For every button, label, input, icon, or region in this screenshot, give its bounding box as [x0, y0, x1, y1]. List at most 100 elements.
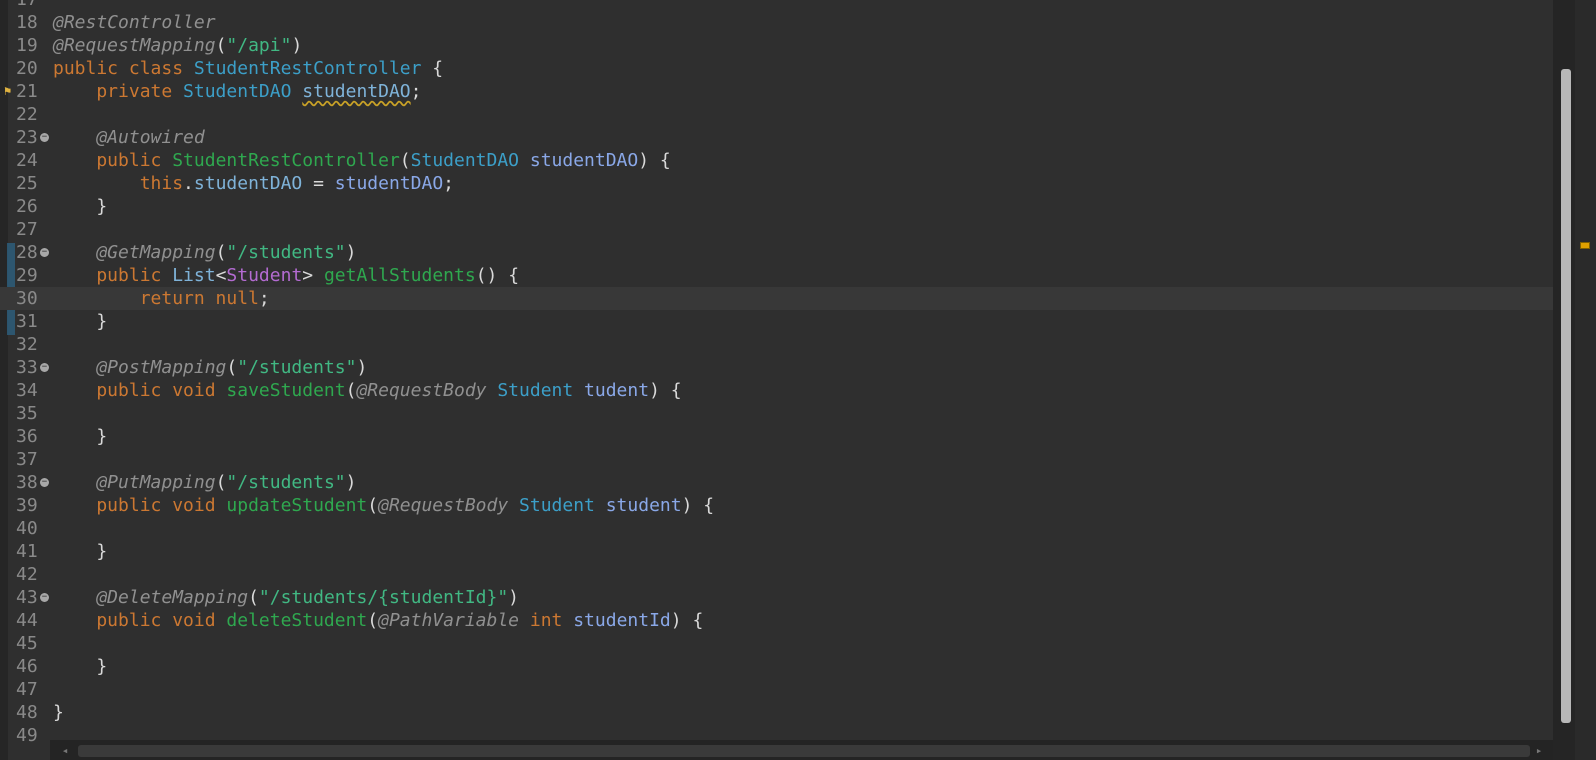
line-number: 21 [16, 81, 38, 102]
code-line[interactable]: 19 @RequestMapping("/api") [0, 34, 1553, 57]
code-text[interactable]: } [53, 540, 107, 563]
vertical-scrollbar-thumb[interactable] [1561, 69, 1571, 723]
code-text[interactable]: @RequestMapping("/api") [53, 34, 302, 57]
code-text[interactable]: } [53, 425, 107, 448]
code-line[interactable]: 23− @Autowired [0, 126, 1553, 149]
warning-marker-icon[interactable]: ⚑ [4, 84, 16, 98]
code-line[interactable]: 18 @RestController [0, 11, 1553, 34]
code-line[interactable]: 48} [0, 701, 1553, 724]
code-line[interactable]: 17 [0, 0, 1553, 11]
code-line[interactable]: 43− @DeleteMapping("/students/{studentId… [0, 586, 1553, 609]
code-token: < [215, 265, 227, 286]
code-text[interactable]: public void updateStudent(@RequestBody S… [53, 494, 714, 517]
code-text[interactable]: public void deleteStudent(@PathVariable … [53, 609, 703, 632]
code-text[interactable]: this.studentDAO = studentDAO; [53, 172, 454, 195]
code-token: ( [248, 587, 259, 608]
fold-collapse-icon[interactable]: − [40, 363, 49, 372]
code-text[interactable]: @PostMapping("/students") [53, 356, 367, 379]
code-token: @Autowired [53, 127, 205, 148]
code-editor[interactable]: 1718 @RestController 19 @RequestMapping("/a… [0, 0, 1596, 760]
code-token: StudentRestController [193, 58, 422, 79]
code-line[interactable]: 40 [0, 517, 1553, 540]
code-text[interactable]: public void saveStudent(@RequestBody Stu… [53, 379, 681, 402]
line-number: 17 [16, 0, 48, 11]
line-number: 27 [16, 219, 38, 240]
code-token: StudentDAO [183, 81, 292, 102]
line-number: 20 [16, 58, 38, 79]
code-text[interactable]: public List<Student> getAllStudents() { [53, 264, 519, 287]
code-text[interactable]: @DeleteMapping("/students/{studentId}") [53, 586, 519, 609]
code-token: "/students" [237, 357, 357, 378]
code-line[interactable]: 27 [0, 218, 1553, 241]
line-number: 18 [16, 12, 38, 33]
code-line[interactable]: 46 } [0, 655, 1553, 678]
scroll-right-arrow-icon[interactable]: ▸ [1532, 744, 1546, 758]
code-line[interactable]: 36 } [0, 425, 1553, 448]
code-text[interactable]: public class StudentRestController { [53, 57, 443, 80]
overview-ruler[interactable] [1575, 0, 1596, 760]
code-line[interactable]: 22 [0, 103, 1553, 126]
code-text[interactable]: @Autowired [53, 126, 205, 149]
horizontal-scrollbar-thumb[interactable] [78, 745, 1530, 757]
code-text-area[interactable]: 1718 @RestController 19 @RequestMapping("/a… [0, 0, 1553, 747]
code-line[interactable]: 28− @GetMapping("/students") [0, 241, 1553, 264]
code-token: tudent [584, 380, 650, 401]
fold-collapse-icon[interactable]: − [40, 248, 49, 257]
code-text[interactable]: private StudentDAO studentDAO; [53, 80, 421, 103]
line-number: 19 [16, 35, 38, 56]
code-token: studentDAO [193, 173, 303, 194]
code-token: ; [443, 173, 454, 194]
code-token: ) { [681, 495, 715, 516]
line-number: 44 [16, 610, 38, 631]
line-number: 30 [16, 288, 38, 309]
line-number: 47 [16, 679, 38, 700]
code-line[interactable]: 42 [0, 563, 1553, 586]
code-line[interactable]: 26 } [0, 195, 1553, 218]
code-line[interactable]: 37 [0, 448, 1553, 471]
code-token: } [53, 311, 108, 332]
code-line[interactable]: 44 public void deleteStudent(@PathVariab… [0, 609, 1553, 632]
code-token: ) [345, 472, 357, 493]
code-line[interactable]: 38− @PutMapping("/students") [0, 471, 1553, 494]
code-text[interactable]: public StudentRestController(StudentDAO … [53, 149, 670, 172]
code-line[interactable]: 34 public void saveStudent(@RequestBody … [0, 379, 1553, 402]
code-text[interactable]: return null; [53, 287, 270, 310]
line-number: 37 [16, 449, 38, 470]
code-text[interactable]: } [53, 195, 107, 218]
code-token: @GetMapping [53, 242, 216, 263]
line-number: 26 [16, 196, 38, 217]
code-line[interactable]: 20 public class StudentRestController { [0, 57, 1553, 80]
code-line[interactable]: 24 public StudentRestController(StudentD… [0, 149, 1553, 172]
code-token: "/students" [226, 242, 346, 263]
code-line[interactable]: 33− @PostMapping("/students") [0, 356, 1553, 379]
code-line[interactable]: ⚑ 21 private StudentDAO studentDAO; [0, 80, 1553, 103]
code-token: { [421, 58, 444, 79]
code-line[interactable]: 45 [0, 632, 1553, 655]
code-token: List [172, 265, 216, 286]
code-text[interactable]: @RestController [53, 11, 216, 34]
code-line[interactable]: 31 } [0, 310, 1553, 333]
fold-collapse-icon[interactable]: − [40, 478, 49, 487]
scroll-left-arrow-icon[interactable]: ◂ [58, 744, 72, 758]
code-line[interactable]: 29 public List<Student> getAllStudents()… [0, 264, 1553, 287]
code-token: } [53, 656, 108, 677]
code-line[interactable]: 32 [0, 333, 1553, 356]
code-token: ) [291, 35, 303, 56]
code-line[interactable]: 39 public void updateStudent(@RequestBod… [0, 494, 1553, 517]
fold-collapse-icon[interactable]: − [40, 133, 49, 142]
fold-collapse-icon[interactable]: − [40, 593, 49, 602]
code-token: updateStudent [226, 495, 368, 516]
code-text[interactable]: @PutMapping("/students") [53, 471, 356, 494]
code-token: return null [53, 288, 259, 309]
warning-overview-marker[interactable] [1580, 242, 1590, 249]
code-text[interactable]: } [53, 310, 107, 333]
code-text[interactable]: } [53, 701, 64, 724]
code-line[interactable]: 25 this.studentDAO = studentDAO; [0, 172, 1553, 195]
code-line[interactable]: 35 [0, 402, 1553, 425]
code-line-current[interactable]: 30 return null; [0, 287, 1553, 310]
code-text[interactable]: } [53, 655, 107, 678]
code-line[interactable]: 47 [0, 678, 1553, 701]
code-line[interactable]: 41 } [0, 540, 1553, 563]
code-text[interactable]: @GetMapping("/students") [53, 241, 356, 264]
